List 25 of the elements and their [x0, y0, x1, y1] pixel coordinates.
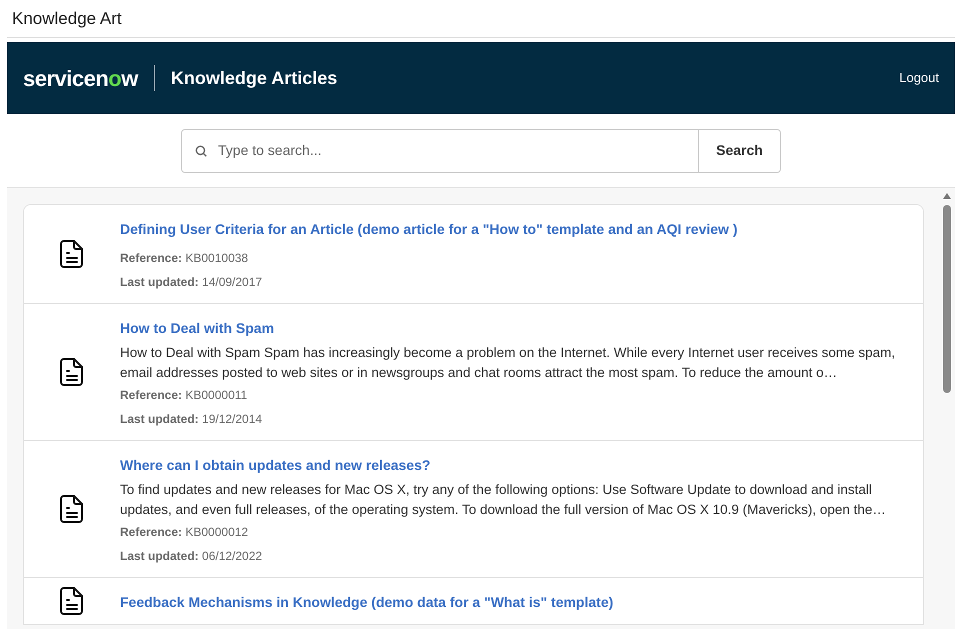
document-icon — [60, 495, 84, 523]
last-updated-text: Last updated: 14/09/2017 — [120, 274, 264, 291]
article-summary: To find updates and new releases for Mac OS X, try any of the following options: Use Software Update to download and install updates, and even full releases, of the operating system. To download the full version of Mac OS X 10.9 (Mavericks), open the… — [120, 481, 887, 519]
document-icon — [60, 358, 84, 386]
article-title-link[interactable]: Feedback Mechanisms in Knowledge (demo data for a "What is" template) — [120, 593, 907, 612]
page-title: Knowledge Articles — [170, 66, 338, 90]
scroll-up-icon[interactable] — [942, 193, 950, 199]
window-title: Knowledge Art — [12, 8, 122, 30]
document-icon — [60, 240, 84, 268]
servicenow-logo: servicenow — [23, 64, 138, 92]
article-title-link[interactable]: Where can I obtain updates and new releases? — [120, 456, 907, 475]
reference-text: Reference: KB0010038 — [120, 250, 250, 267]
last-updated-text: Last updated: 19/12/2014 — [120, 411, 264, 428]
last-updated-text: Last updated: 06/12/2022 — [120, 548, 264, 565]
search-field[interactable]: Type to search... — [181, 128, 699, 172]
reference-text: Reference: KB0000012 — [120, 524, 250, 541]
reference-text: Reference: KB0000011 — [120, 387, 248, 404]
scrollbar-thumb[interactable] — [942, 205, 950, 393]
article-title-link[interactable]: Defining User Criteria for an Article (demo article for a "How to" template and an AQI review ) — [120, 220, 907, 239]
search-icon — [194, 144, 208, 158]
search-button[interactable]: Search — [699, 128, 781, 172]
article-summary: How to Deal with Spam Spam has increasingly become a problem on the Internet. While every Internet user receives some spam, email addresses posted to web sites or in newsgroups and chat rooms attract the most spam. To reduce the amount o… — [120, 344, 896, 382]
document-icon — [60, 587, 84, 615]
article-title-link[interactable]: How to Deal with Spam — [120, 319, 907, 338]
logout-link[interactable]: Logout — [899, 68, 939, 88]
